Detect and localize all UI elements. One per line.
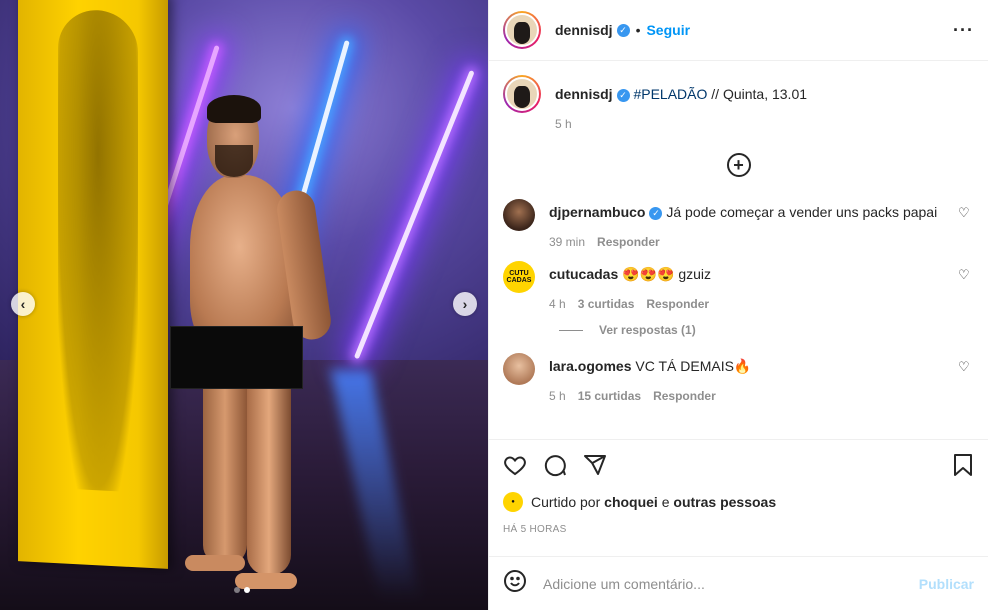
post-media[interactable]: ‹ › <box>0 0 488 610</box>
comment-likes-count[interactable]: 3 curtidas <box>578 297 635 311</box>
reply-button[interactable]: Responder <box>646 297 709 311</box>
comment-body: cutucadas 😍😍😍 gzuiz 4 h 3 curtidas Respo… <box>549 265 958 311</box>
comment-like-heart-icon[interactable]: ♡ <box>958 359 974 375</box>
comment-text: 😍😍😍 gzuiz <box>622 266 712 282</box>
comment-like-heart-icon[interactable]: ♡ <box>958 205 974 221</box>
liker-avatar[interactable]: ● <box>503 492 523 512</box>
avatar-face <box>514 86 530 108</box>
comment-username[interactable]: djpernambuco <box>549 204 645 220</box>
view-replies-button[interactable]: Ver respostas (1) <box>559 323 974 337</box>
comment-line: djpernambuco ✓ Já pode começar a vender u… <box>549 203 958 221</box>
avatar-image <box>505 13 539 47</box>
publish-button[interactable]: Publicar <box>919 576 974 592</box>
chevron-left-icon: ‹ <box>20 296 26 312</box>
post-dialog: ‹ › dennisdj ✓ • Seguir ··· dennisdj ✓ #… <box>0 0 988 610</box>
comment-item: lara.ogomes VC TÁ DEMAIS🔥 5 h 15 curtida… <box>503 353 974 403</box>
silhouette-shadow <box>58 8 138 493</box>
caption-body: dennisdj ✓ #PELADÃO // Quinta, 13.01 5 h <box>555 75 974 131</box>
liker-username[interactable]: choquei <box>604 494 658 510</box>
comment-text: VC TÁ DEMAIS🔥 <box>635 358 752 374</box>
leg-left <box>203 365 247 565</box>
reply-button[interactable]: Responder <box>653 389 716 403</box>
likes-summary: ● Curtido por choquei e outras pessoas <box>503 492 974 512</box>
comment-item: djpernambuco ✓ Já pode começar a vender u… <box>503 199 974 249</box>
comment-likes-count[interactable]: 15 curtidas <box>578 389 641 403</box>
commenter-avatar[interactable] <box>503 199 535 231</box>
action-bar <box>503 440 974 494</box>
comment-line: cutucadas 😍😍😍 gzuiz <box>549 265 958 283</box>
caption-author-avatar[interactable] <box>503 75 541 113</box>
avatar-image <box>505 77 539 111</box>
comment-item: CUTU CADAS cutucadas 😍😍😍 gzuiz 4 h 3 cur… <box>503 261 974 311</box>
verified-badge-icon: ✓ <box>616 23 630 37</box>
verified-badge-icon: ✓ <box>616 88 630 102</box>
comment-time[interactable]: 4 h <box>549 297 566 311</box>
post-timestamp[interactable]: HÁ 5 HORAS <box>503 524 974 535</box>
plus-circle-icon: + <box>733 155 744 175</box>
hair <box>207 95 261 123</box>
carousel-dot <box>234 587 240 593</box>
post-header: dennisdj ✓ • Seguir ··· <box>489 0 988 61</box>
comment-meta: 4 h 3 curtidas Responder <box>549 297 958 311</box>
foot-left <box>185 555 245 571</box>
caption-text: // Quinta, 13.01 <box>711 86 808 102</box>
comment-input[interactable] <box>543 575 919 592</box>
commenter-avatar[interactable] <box>503 353 535 385</box>
carousel-indicator <box>234 587 250 593</box>
leg-right <box>247 365 291 575</box>
comment-meta: 39 min Responder <box>549 235 958 249</box>
post-actions-panel: ● Curtido por choquei e outras pessoas H… <box>489 439 988 556</box>
comment-username[interactable]: cutucadas <box>549 266 618 282</box>
caption-username[interactable]: dennisdj <box>555 86 613 102</box>
caption-line: dennisdj ✓ #PELADÃO // Quinta, 13.01 <box>555 85 974 103</box>
add-comment-bar: Publicar <box>489 556 988 610</box>
heart-icon[interactable] <box>503 453 527 482</box>
caption: dennisdj ✓ #PELADÃO // Quinta, 13.01 5 h <box>503 75 974 131</box>
comment-text: Já pode começar a vender uns packs papai <box>666 204 938 220</box>
separator-dot: • <box>635 22 641 38</box>
author-username[interactable]: dennisdj <box>555 22 613 38</box>
divider-line <box>559 329 583 331</box>
yellow-backdrop <box>18 0 168 569</box>
comment-meta: 5 h 15 curtidas Responder <box>549 389 958 403</box>
carousel-dot-active <box>244 587 250 593</box>
comments-list[interactable]: dennisdj ✓ #PELADÃO // Quinta, 13.01 5 h … <box>489 61 988 439</box>
carousel-prev-button[interactable]: ‹ <box>11 292 35 316</box>
caption-hashtag[interactable]: #PELADÃO <box>633 86 707 102</box>
commenter-avatar-logo: CUTU CADAS <box>506 270 532 284</box>
likes-others-link[interactable]: outras pessoas <box>673 494 776 510</box>
comment-time[interactable]: 5 h <box>549 389 566 403</box>
likes-connector: e <box>661 494 670 510</box>
load-more-comments-button[interactable]: + <box>726 153 751 177</box>
chevron-right-icon: › <box>462 296 468 312</box>
comment-time[interactable]: 39 min <box>549 235 585 249</box>
more-options-icon[interactable]: ··· <box>953 20 974 41</box>
caption-meta: 5 h <box>555 117 974 131</box>
emoji-icon[interactable] <box>503 569 527 599</box>
avatar-face <box>514 22 530 44</box>
beard <box>215 145 253 177</box>
comment-icon[interactable] <box>543 453 567 482</box>
comment-body: djpernambuco ✓ Já pode começar a vender u… <box>549 203 958 249</box>
reply-button[interactable]: Responder <box>597 235 660 249</box>
post-side-panel: dennisdj ✓ • Seguir ··· dennisdj ✓ #PELAD… <box>488 0 988 610</box>
likes-prefix: Curtido por <box>531 494 601 510</box>
comment-body: lara.ogomes VC TÁ DEMAIS🔥 5 h 15 curtida… <box>549 357 958 403</box>
carousel-next-button[interactable]: › <box>453 292 477 316</box>
follow-button[interactable]: Seguir <box>646 22 690 38</box>
comment-like-heart-icon[interactable]: ♡ <box>958 267 974 283</box>
bookmark-icon[interactable] <box>952 453 974 482</box>
author-avatar[interactable] <box>503 11 541 49</box>
verified-badge-icon: ✓ <box>649 206 663 220</box>
caption-time[interactable]: 5 h <box>555 117 572 131</box>
send-icon[interactable] <box>583 453 607 482</box>
commenter-avatar[interactable]: CUTU CADAS <box>503 261 535 293</box>
censor-bar <box>170 326 303 389</box>
comment-line: lara.ogomes VC TÁ DEMAIS🔥 <box>549 357 958 375</box>
comment-username[interactable]: lara.ogomes <box>549 358 631 374</box>
view-replies-label: Ver respostas (1) <box>599 323 696 337</box>
